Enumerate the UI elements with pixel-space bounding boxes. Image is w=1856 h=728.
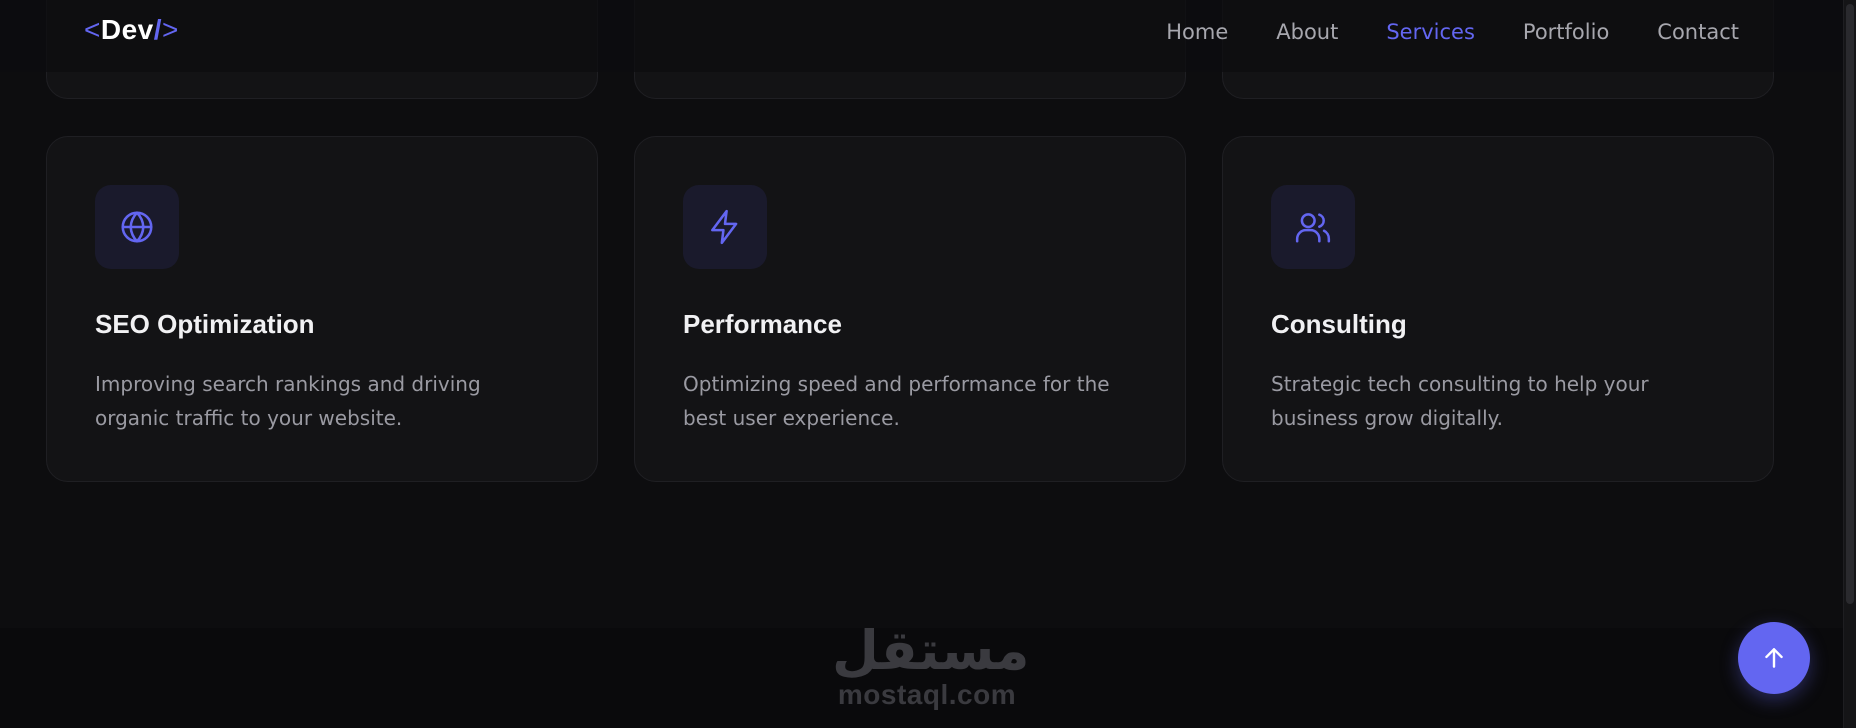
nav-about[interactable]: About (1276, 20, 1338, 44)
nav-home[interactable]: Home (1166, 20, 1228, 44)
nav-portfolio[interactable]: Portfolio (1523, 20, 1609, 44)
watermark-arabic: مستقل (832, 619, 1030, 682)
service-description: Strategic tech consulting to help your b… (1271, 372, 1649, 430)
service-card-seo: SEO Optimization Improving search rankin… (46, 136, 598, 482)
scrollbar[interactable] (1843, 0, 1856, 728)
scroll-to-top-button[interactable] (1738, 622, 1810, 694)
globe-icon (95, 185, 179, 269)
service-description: Optimizing speed and performance for the… (683, 372, 1110, 430)
service-description: Improving search rankings and driving or… (95, 372, 481, 430)
logo-open-bracket: < (84, 14, 101, 45)
watermark-logo: مستقل mostaql.com (832, 619, 1030, 710)
site-logo[interactable]: <Dev/> (84, 14, 179, 46)
nav-contact[interactable]: Contact (1657, 20, 1739, 44)
site-header: <Dev/> Home About Services Portfolio Con… (0, 0, 1844, 72)
arrow-up-icon (1765, 648, 1783, 668)
logo-slash: / (153, 14, 163, 45)
scrollbar-thumb[interactable] (1846, 4, 1854, 604)
service-title: SEO Optimization (95, 309, 315, 339)
lightning-icon (683, 185, 767, 269)
service-card-performance: Performance Optimizing speed and perform… (634, 136, 1186, 482)
main-nav: Home About Services Portfolio Contact (1166, 20, 1739, 44)
service-card-consulting: Consulting Strategic tech consulting to … (1222, 136, 1774, 482)
service-title: Consulting (1271, 309, 1407, 339)
service-title: Performance (683, 309, 842, 339)
logo-name: Dev (100, 14, 154, 45)
watermark-latin: mostaql.com (837, 679, 1017, 710)
nav-services[interactable]: Services (1386, 20, 1475, 44)
logo-close-bracket: > (162, 14, 179, 45)
users-icon (1271, 185, 1355, 269)
